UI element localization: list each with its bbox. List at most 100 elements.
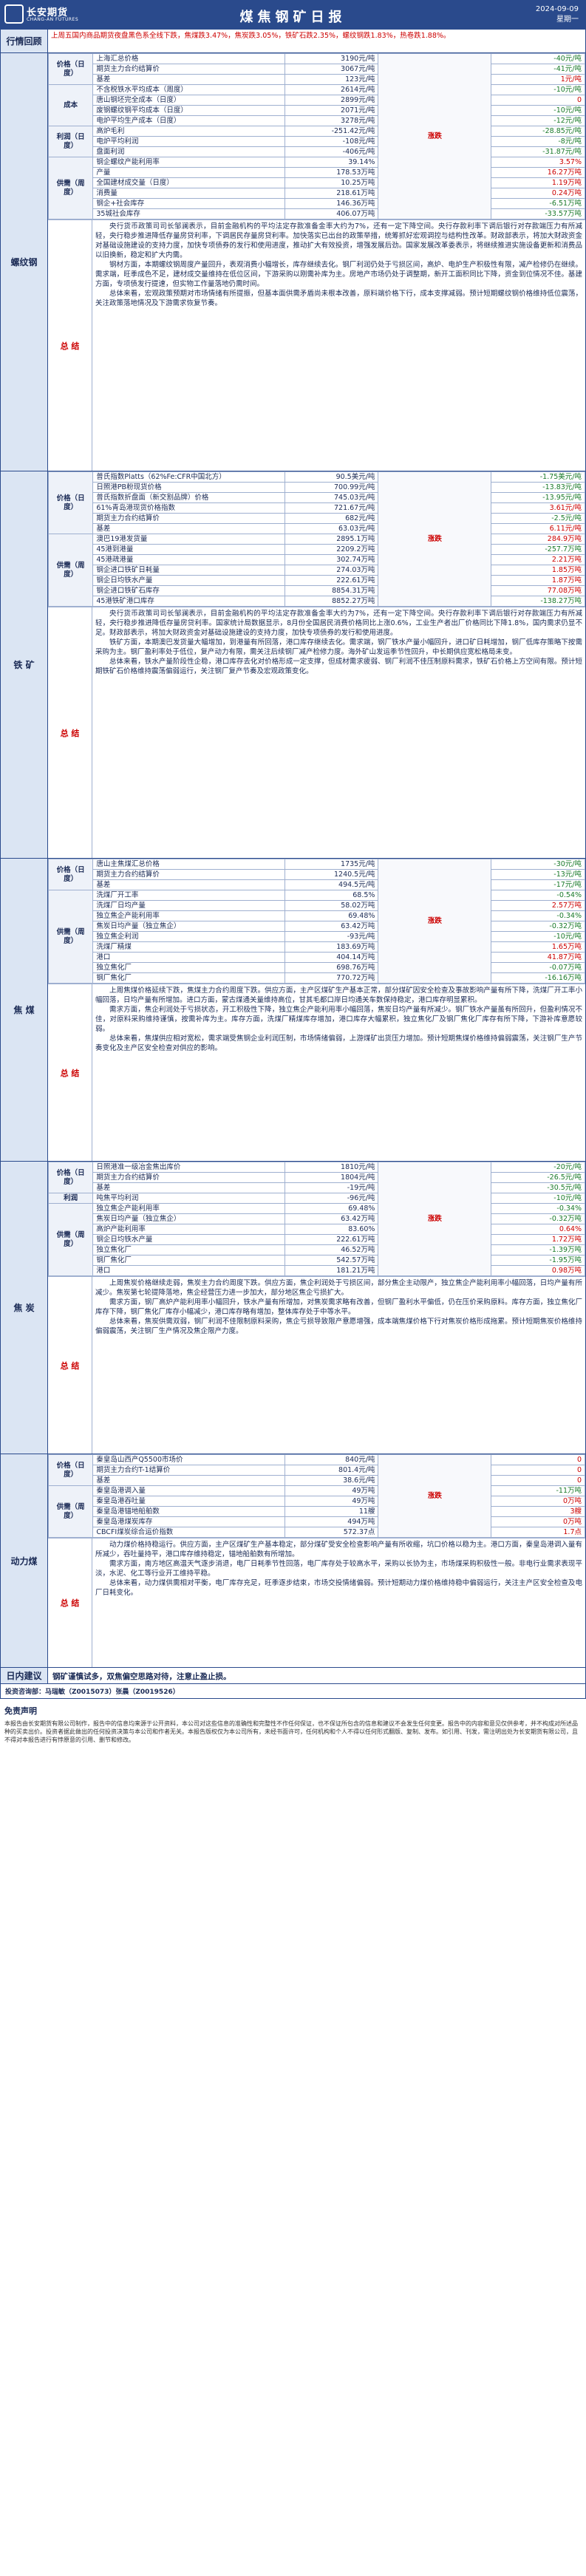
indicator-value: 46.52万吨 xyxy=(284,1244,379,1255)
indicator-name: 吨焦平均利润 xyxy=(92,1193,285,1204)
indicator-value: 123元/吨 xyxy=(284,74,379,85)
indicator-name: 期货主力合约T-1结算价 xyxy=(92,1465,285,1476)
indicator-change: 3艘 xyxy=(491,1506,585,1517)
indicator-name: 45港铁矿港口库存 xyxy=(92,596,285,607)
indicator-value: -93元/吨 xyxy=(284,931,379,942)
summary-paragraph: 铁矿方面，本期澳巴发货量大幅增加，到港量有所回落，港口库存继续去化。需求端，钢厂… xyxy=(95,638,582,656)
indicator-value: 721.67元/吨 xyxy=(284,502,379,514)
row-category: 供需（周度） xyxy=(47,157,94,219)
indicator-name: 盘面利润 xyxy=(92,146,285,157)
indicator-change: 0万吨 xyxy=(491,1496,585,1507)
table-row: 期货主力合约结算价 682元/吨 -2.5元/吨 xyxy=(49,513,585,524)
trend-word: 涨跌 xyxy=(427,1215,442,1223)
summary-block: 总 结央行货币政策司司长邹澜表示，目前金融机构的平均法定存款准备金率大约为7%，… xyxy=(48,219,585,471)
table-row: 钢企进口铁矿日耗量 274.03万吨 1.85万吨 xyxy=(49,565,585,576)
row-category: 利润（日度） xyxy=(47,126,94,157)
indicator-name: 钢企日均铁水产量 xyxy=(92,1234,285,1245)
indicator-value: 38.6元/吨 xyxy=(284,1475,379,1486)
trend-word: 涨跌 xyxy=(427,917,442,925)
indicator-name: 期货主力合约结算价 xyxy=(92,513,285,524)
indicator-name: 普氏指数折盘面（新交割品牌）价格 xyxy=(92,492,285,503)
indicator-change: -13.83元/吨 xyxy=(491,482,585,493)
indicator-value: 2209.2万吨 xyxy=(284,544,379,555)
indicator-value: 1810元/吨 xyxy=(284,1162,379,1173)
table-row: 独立焦企产能利用率 69.48% -0.34% xyxy=(49,910,585,921)
indicator-table: 价格（日度） 普氏指数Platts（62%Fe:CFR中国北方） 90.5美元/吨涨… xyxy=(47,471,585,607)
table-row: 港口 404.14万吨 41.87万吨 xyxy=(49,952,585,963)
section-1: 铁 矿价格（日度） 普氏指数Platts（62%Fe:CFR中国北方） 90.5美元… xyxy=(0,471,586,859)
section-4: 动力煤 价格（日度） 秦皇岛山西产Q5500市场价 840元/吨 涨跌 0 期货主力合约T-… xyxy=(0,1454,586,1668)
indicator-name: 焦炭日均产量（独立焦企） xyxy=(92,1213,285,1224)
indicator-value: 3278元/吨 xyxy=(284,115,379,126)
indicator-name: 基差 xyxy=(92,523,285,534)
indicator-change: -30.5元/吨 xyxy=(491,1182,585,1193)
table-row: 唐山钢坯完全成本（日度） 2899元/吨 0 xyxy=(49,95,585,106)
section-label: 动力煤 xyxy=(1,1454,48,1667)
indicator-name: 高炉产能利用率 xyxy=(92,1224,285,1235)
report-title: 煤焦钢矿日报 xyxy=(239,10,347,25)
indicator-name: 61%青岛港现货价格指数 xyxy=(92,502,285,514)
indicator-change: -31.87元/吨 xyxy=(491,146,585,157)
section-label: 焦 炭 xyxy=(1,1162,48,1454)
market-review-label: 行情回顾 xyxy=(1,30,48,52)
indicator-name: 秦皇岛港吞吐量 xyxy=(92,1496,285,1507)
sections-container: 螺纹钢 价格（日度） 上海汇总价格 3190元/吨 涨跌 -40元/吨期货主力合约结算价 3… xyxy=(0,53,586,1668)
table-row: 焦炭日均产量（独立焦企） 63.42万吨 -0.32万吨 xyxy=(49,1213,585,1224)
indicator-table: 价格（日度） 唐山主焦煤汇总价格 1735元/吨 涨跌 -30元/吨 期货主力合约结算价 1… xyxy=(47,859,585,984)
summary-paragraph: 钢材方面，本期螺纹钢周度产量回升，表观消费小幅增长，库存继续去化。钢厂利润仍处于… xyxy=(95,261,582,288)
table-row: 35城社会库存 406.07万吨 -33.57万吨 xyxy=(49,208,585,219)
indicator-change: 1.72万吨 xyxy=(491,1234,585,1245)
table-row: 利润 吨焦平均利润 -96元/吨 -10元/吨 xyxy=(47,1193,585,1204)
indicator-value: 2895.1万吨 xyxy=(284,534,379,545)
indicator-change: 1.65万吨 xyxy=(491,941,585,953)
indicator-name: 废钢螺纹钢平均成本（日度） xyxy=(92,105,285,116)
table-row: 钢企日均铁水产量 222.61万吨 1.87万吨 xyxy=(49,575,585,586)
section-label: 焦 煤 xyxy=(1,859,48,1161)
summary-text: 央行货币政策司司长邹澜表示，目前金融机构的平均法定存款准备金率大约为7%，还有一… xyxy=(92,607,585,858)
indicator-change: -1.75美元/吨 xyxy=(491,471,585,483)
summary-label: 总 结 xyxy=(48,220,92,471)
weekday-text: 星期一 xyxy=(556,16,579,24)
indicator-name: 45港疏港量 xyxy=(92,554,285,565)
indicator-change: 2.57万吨 xyxy=(491,900,585,911)
indicator-change: 6.11元/吨 xyxy=(491,523,585,534)
section-body: 价格（日度） 唐山主焦煤汇总价格 1735元/吨 涨跌 -30元/吨 期货主力合约结算价 1… xyxy=(47,859,585,1161)
table-row: 供需（周度） 秦皇岛港调入量 49万吨 -11万吨 xyxy=(47,1485,585,1538)
table-row: 价格（日度） 上海汇总价格 3190元/吨 涨跌 -40元/吨 xyxy=(47,53,585,219)
indicator-name: 独立焦化厂 xyxy=(92,962,285,973)
indicator-change: -10元/吨 xyxy=(491,931,585,942)
table-row: 独立焦化厂 698.76万吨 -0.07万吨 xyxy=(49,962,585,973)
indicator-change: 3.61元/吨 xyxy=(491,502,585,514)
indicator-value: 83.60% xyxy=(284,1224,379,1235)
table-row: 基差 38.6元/吨 0 xyxy=(49,1475,585,1486)
indicator-name: 钢厂焦化厂 xyxy=(92,1255,285,1266)
summary-text: 上周焦炭价格继续走弱，焦炭主力合约周度下跌。供应方面，焦企利润处于亏损区间，部分… xyxy=(92,1277,585,1454)
indicator-value: 406.07万吨 xyxy=(284,208,379,219)
table-row: 45港铁矿港口库存 8852.27万吨 -138.27万吨 xyxy=(49,596,585,607)
indicator-value: 69.48% xyxy=(284,910,379,921)
summary-block: 总 结央行货币政策司司长邹澜表示，目前金融机构的平均法定存款准备金率大约为7%，… xyxy=(48,607,585,858)
indicator-name: 基差 xyxy=(92,1182,285,1193)
indicator-change: 0.64% xyxy=(491,1224,585,1235)
indicator-name: 高炉毛利 xyxy=(92,126,285,137)
table-row: 电炉平均利润 -108元/吨 -8元/吨 xyxy=(49,136,585,147)
indicator-value: 840元/吨 xyxy=(284,1454,379,1465)
indicator-change: -13元/吨 xyxy=(491,869,585,880)
indicator-name: 洗煤厂日均产量 xyxy=(92,900,285,911)
indicator-value: 90.5美元/吨 xyxy=(284,471,379,483)
row-category: 利润 xyxy=(47,1193,94,1204)
table-row: 期货主力合约T-1结算价 801.4元/吨 0 xyxy=(49,1465,585,1476)
report-header: 长安期货 CHANG-AN FUTURES 煤焦钢矿日报 2024-09-09 … xyxy=(0,0,586,30)
date-text: 2024-09-09 xyxy=(535,5,579,13)
indicator-change: -0.32万吨 xyxy=(491,921,585,932)
indicator-value: 181.21万吨 xyxy=(284,1265,379,1276)
section-label: 螺纹钢 xyxy=(1,53,48,471)
summary-paragraph: 上周焦煤价格延续下跌，焦煤主力合约周度下跌。供应方面，主产区煤矿生产基本正常，部… xyxy=(95,987,582,1004)
indicator-change: 0 xyxy=(491,1465,585,1476)
indicator-change: 1元/吨 xyxy=(491,74,585,85)
indicator-value: 404.14万吨 xyxy=(284,952,379,963)
indicator-change: -40元/吨 xyxy=(491,53,585,64)
indicator-change: 3.57% xyxy=(491,157,585,168)
table-row: 供需（周度） 澳巴19港发货量 2895.1万吨 284.9万吨 xyxy=(47,534,585,607)
indicator-name: 不含税铁水平均成本（周度） xyxy=(92,84,285,95)
